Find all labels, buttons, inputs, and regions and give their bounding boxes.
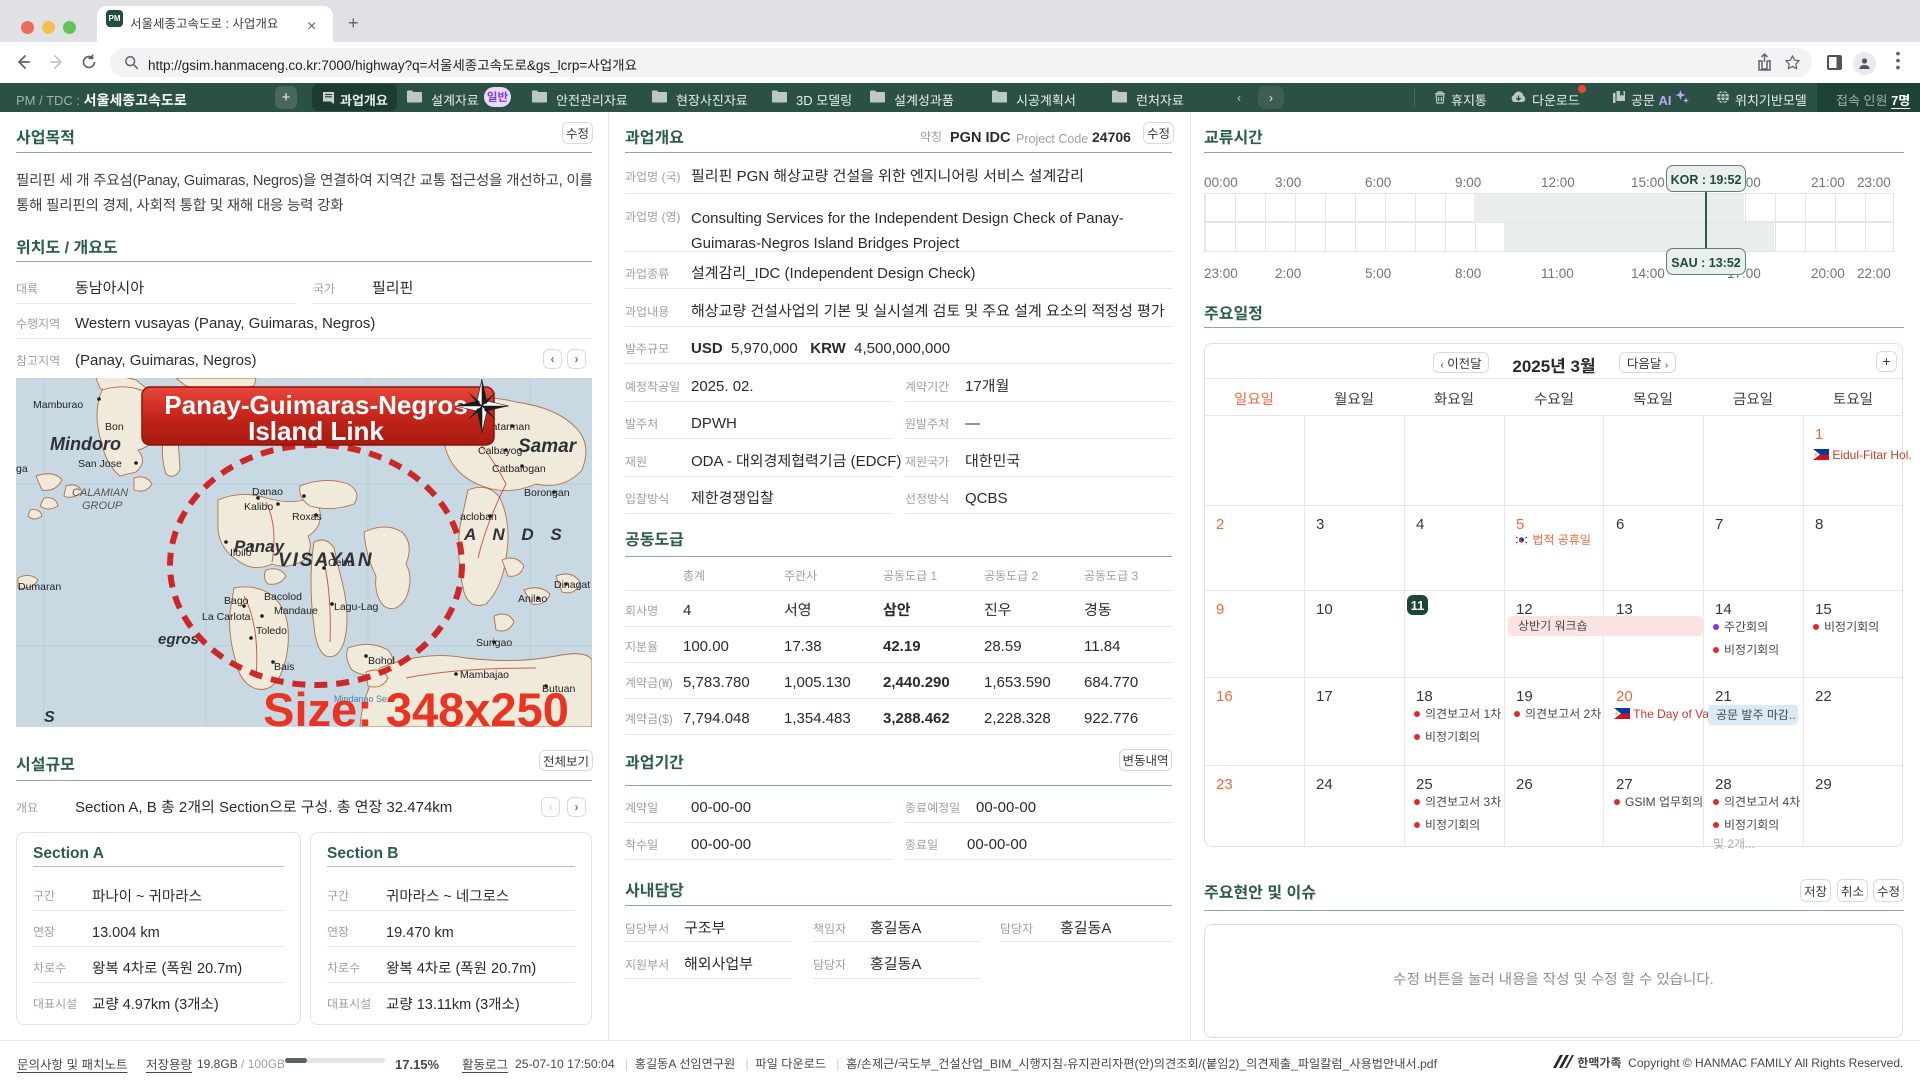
svg-text:Dinagat: Dinagat bbox=[554, 579, 590, 591]
svg-text:Samar: Samar bbox=[518, 436, 578, 457]
svg-text:Mamburao: Mamburao bbox=[33, 399, 83, 411]
svg-text:egros: egros bbox=[158, 631, 199, 648]
svg-text:San Jose: San Jose bbox=[78, 458, 122, 470]
svg-text:Roxas: Roxas bbox=[292, 511, 322, 523]
svg-text:Bago: Bago bbox=[224, 595, 249, 607]
svg-text:CALAMIAN: CALAMIAN bbox=[72, 487, 128, 499]
svg-text:GROUP: GROUP bbox=[82, 500, 123, 512]
svg-text:Bais: Bais bbox=[274, 661, 294, 673]
svg-text:Catbalogan: Catbalogan bbox=[492, 463, 546, 475]
svg-text:Island Link: Island Link bbox=[248, 416, 384, 446]
svg-text:acloban: acloban bbox=[460, 511, 497, 523]
svg-text:Surigao: Surigao bbox=[476, 637, 512, 649]
svg-text:Calbayog: Calbayog bbox=[478, 445, 523, 457]
svg-text:A N D S: A N D S bbox=[463, 525, 568, 544]
svg-text:Mandaue: Mandaue bbox=[274, 605, 318, 617]
svg-text:Toledo: Toledo bbox=[256, 625, 287, 637]
svg-text:Bon: Bon bbox=[105, 421, 124, 433]
svg-text:ga: ga bbox=[16, 463, 28, 475]
svg-text:Lagu-Lag: Lagu-Lag bbox=[334, 601, 379, 613]
svg-text:Mindoro: Mindoro bbox=[50, 434, 121, 454]
svg-text:Bacolod: Bacolod bbox=[264, 591, 302, 603]
svg-text:VISAYAN: VISAYAN bbox=[278, 550, 374, 571]
svg-text:Borongan: Borongan bbox=[524, 487, 570, 499]
svg-text:S: S bbox=[44, 709, 55, 726]
svg-text:Size: 348x250: Size: 348x250 bbox=[263, 683, 569, 727]
svg-text:Mambajao: Mambajao bbox=[460, 669, 509, 681]
svg-text:Kalibo: Kalibo bbox=[244, 501, 273, 513]
svg-text:Dumaran: Dumaran bbox=[18, 581, 61, 593]
svg-text:Anilao: Anilao bbox=[518, 593, 547, 605]
svg-text:Danao: Danao bbox=[252, 486, 283, 498]
svg-text:Bohol: Bohol bbox=[368, 655, 395, 667]
svg-text:La Carlota: La Carlota bbox=[202, 611, 251, 623]
